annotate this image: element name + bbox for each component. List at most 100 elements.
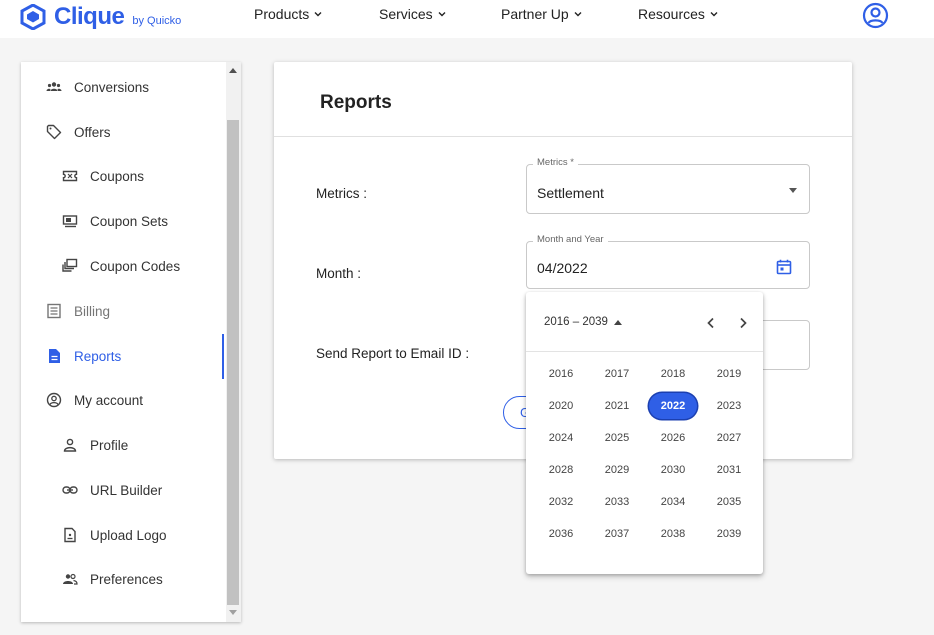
- year-option[interactable]: 2017: [589, 358, 645, 390]
- year-option-label: 2023: [716, 400, 742, 412]
- list-icon: [47, 303, 61, 319]
- year-option[interactable]: 2032: [533, 486, 589, 518]
- picker-divider: [526, 351, 763, 352]
- year-option-label: 2032: [548, 496, 574, 508]
- tag-icon: [46, 124, 62, 140]
- year-option-label: 2038: [660, 528, 686, 540]
- year-picker-popup: 2016 – 2039 2016 2017 2018 2019 2020 2021 2022…: [526, 292, 763, 574]
- dropdown-arrow-icon: [789, 188, 797, 193]
- calendar-icon[interactable]: [776, 259, 792, 275]
- year-grid: 2016 2017 2018 2019 2020 2021 2022 2023 2024 2025…: [533, 358, 757, 550]
- sidebar-item-conversions[interactable]: Conversions: [21, 67, 221, 107]
- sidebar-item-label: Conversions: [74, 79, 150, 95]
- year-option-label: 2020: [548, 400, 574, 412]
- coupon-set-icon: [62, 215, 78, 228]
- brand-logo[interactable]: Clique by Quicko: [20, 2, 181, 32]
- year-range-toggle[interactable]: 2016 – 2039: [544, 316, 622, 328]
- year-range-label: 2016 – 2039: [544, 316, 608, 328]
- year-option[interactable]: 2033: [589, 486, 645, 518]
- nav-partner-up-label: Partner Up: [501, 6, 569, 22]
- sidebar-item-label: Coupon Codes: [90, 258, 181, 274]
- year-option-label: 2037: [604, 528, 630, 540]
- sidebar: Conversions Offers Coupons Coupon Sets C…: [21, 62, 241, 622]
- sidebar-item-label: Upload Logo: [90, 527, 167, 543]
- sidebar-item-offers[interactable]: Offers: [21, 112, 221, 152]
- account-circle-icon: [46, 392, 62, 408]
- year-option[interactable]: 2016: [533, 358, 589, 390]
- metrics-select[interactable]: Metrics * Settlement: [526, 157, 810, 214]
- year-option-label: 2021: [604, 400, 630, 412]
- sidebar-item-label: Coupons: [90, 168, 145, 184]
- month-row-label: Month :: [316, 266, 362, 281]
- year-option[interactable]: 2029: [589, 454, 645, 486]
- year-option[interactable]: 2026: [645, 422, 701, 454]
- nav-services[interactable]: Services: [379, 6, 447, 22]
- year-option-label: 2031: [716, 464, 742, 476]
- sidebar-item-profile[interactable]: Profile: [21, 425, 221, 465]
- sidebar-item-label: URL Builder: [90, 482, 163, 498]
- scroll-up-arrow-icon[interactable]: [229, 68, 237, 73]
- sidebar-item-preferences[interactable]: Preferences: [21, 559, 221, 599]
- year-option[interactable]: 2028: [533, 454, 589, 486]
- sidebar-item-coupons[interactable]: Coupons: [21, 156, 221, 196]
- sidebar-item-coupon-codes[interactable]: Coupon Codes: [21, 246, 221, 286]
- metrics-row-label: Metrics :: [316, 186, 368, 201]
- nav-products[interactable]: Products: [254, 6, 323, 22]
- nav-products-label: Products: [254, 6, 310, 22]
- page-title: Reports: [320, 92, 392, 113]
- sidebar-item-label: Profile: [90, 437, 129, 453]
- year-option-label: 2039: [716, 528, 742, 540]
- account-circle-icon[interactable]: [862, 2, 889, 29]
- scroll-down-arrow-icon[interactable]: [229, 610, 237, 615]
- year-option[interactable]: 2036: [533, 518, 589, 550]
- sidebar-item-coupon-sets[interactable]: Coupon Sets: [21, 201, 221, 241]
- sidebar-item-billing[interactable]: Billing: [21, 291, 221, 331]
- document-icon: [49, 349, 60, 363]
- year-option[interactable]: 2021: [589, 390, 645, 422]
- sidebar-item-label: Preferences: [90, 571, 163, 587]
- chevron-down-icon: [438, 12, 446, 17]
- brand-name: Clique: [54, 3, 125, 30]
- year-option-label: 2016: [548, 368, 574, 380]
- year-option[interactable]: 2038: [645, 518, 701, 550]
- year-option[interactable]: 2023: [701, 390, 757, 422]
- year-option[interactable]: 2031: [701, 454, 757, 486]
- sidebar-item-url-builder[interactable]: URL Builder: [21, 470, 221, 510]
- month-year-field[interactable]: Month and Year 04/2022: [526, 234, 810, 289]
- year-option-label: 2035: [716, 496, 742, 508]
- year-option[interactable]: 2025: [589, 422, 645, 454]
- ticket-icon: [62, 170, 78, 182]
- year-option[interactable]: 2024: [533, 422, 589, 454]
- month-value: 04/2022: [537, 260, 588, 276]
- year-option[interactable]: 2020: [533, 390, 589, 422]
- sidebar-item-reports[interactable]: Reports: [21, 336, 221, 376]
- year-option[interactable]: 2034: [645, 486, 701, 518]
- sidebar-item-label: My account: [74, 392, 144, 408]
- year-option[interactable]: 2030: [645, 454, 701, 486]
- nav-partner-up[interactable]: Partner Up: [501, 6, 583, 22]
- nav-services-label: Services: [379, 6, 433, 22]
- year-option-label: 2030: [660, 464, 686, 476]
- sidebar-item-upload-logo[interactable]: Upload Logo: [21, 515, 221, 555]
- year-option-label: 2034: [660, 496, 686, 508]
- year-option[interactable]: 2027: [701, 422, 757, 454]
- month-field-label: Month and Year: [533, 234, 608, 245]
- year-option[interactable]: 2037: [589, 518, 645, 550]
- nav-resources[interactable]: Resources: [638, 6, 719, 22]
- coupon-codes-icon: [62, 258, 78, 272]
- sidebar-item-label: Coupon Sets: [90, 213, 169, 229]
- year-option[interactable]: 2018: [645, 358, 701, 390]
- year-option[interactable]: 2019: [701, 358, 757, 390]
- year-option[interactable]: 2039: [701, 518, 757, 550]
- link-icon: [62, 486, 78, 494]
- year-option[interactable]: 2035: [701, 486, 757, 518]
- file-icon: [64, 527, 76, 543]
- year-option-selected[interactable]: 2022: [645, 390, 701, 422]
- chevron-down-icon: [710, 12, 718, 17]
- previous-page-icon[interactable]: [704, 316, 718, 330]
- year-option-label: 2018: [660, 368, 686, 380]
- caret-up-icon: [613, 319, 622, 325]
- sidebar-item-my-account[interactable]: My account: [21, 380, 221, 420]
- next-page-icon[interactable]: [736, 316, 750, 330]
- sidebar-scrollbar-thumb[interactable]: [227, 120, 239, 605]
